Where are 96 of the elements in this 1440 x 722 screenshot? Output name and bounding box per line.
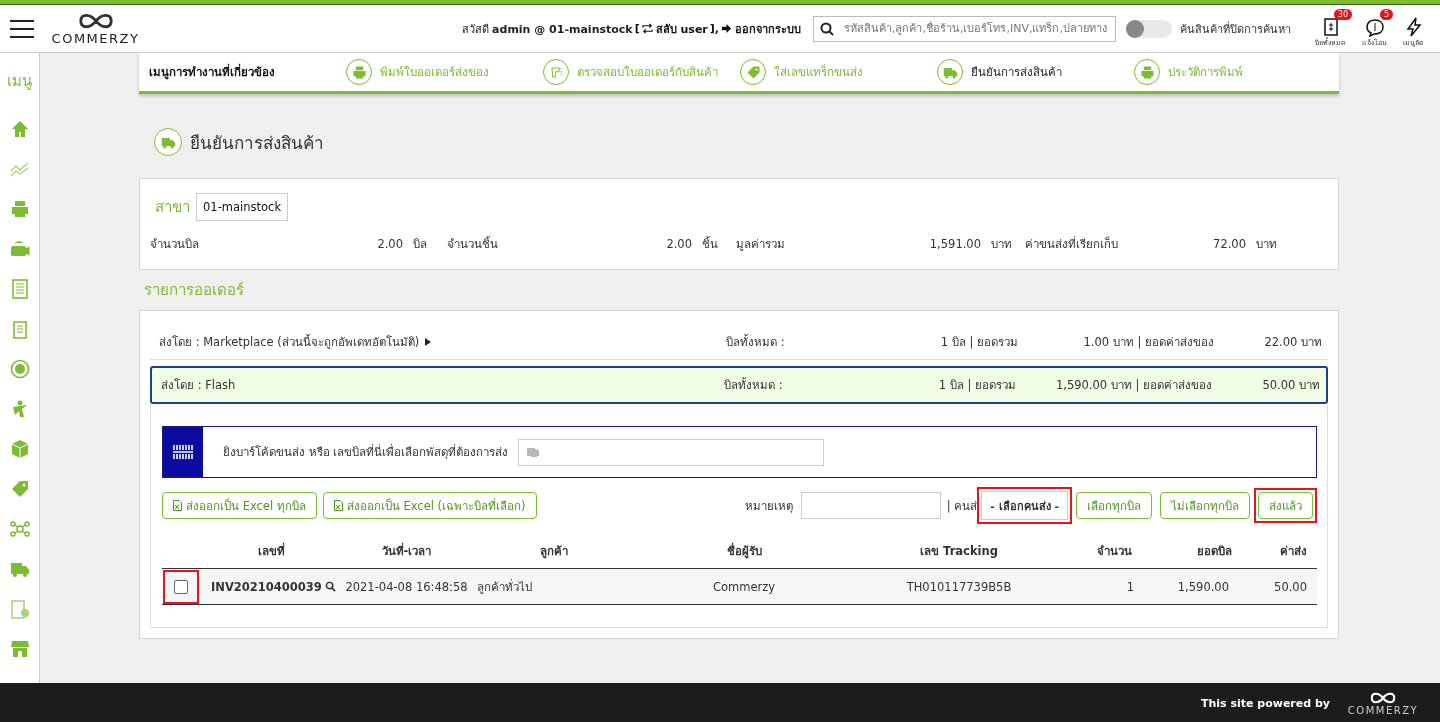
column-header: ลูกค้า xyxy=(539,543,569,561)
stat-label: จำนวนชิ้น xyxy=(447,235,499,253)
infinity-icon xyxy=(76,11,115,31)
table-cell: 2021-04-08 16:48:58 xyxy=(344,579,469,594)
column-header: วันที่-เวลา xyxy=(380,542,433,560)
commerzy-logo[interactable]: COMMERZY xyxy=(1348,690,1418,716)
store-icon[interactable] xyxy=(9,639,30,659)
bills-label: บิลทั้งหมด : xyxy=(726,333,786,351)
related-menu-title: เมนูการทำงานที่เกี่ยวข้อง xyxy=(149,63,276,81)
menu-icon[interactable] xyxy=(10,19,34,38)
scan-input-field[interactable] xyxy=(518,438,825,466)
note-label: หมายเหตุ xyxy=(744,497,793,515)
tag-icon xyxy=(740,59,766,85)
table-cell-text: 50.00 xyxy=(1273,579,1308,594)
greeting-text: สวัสดี admin @ 01-mainstock xyxy=(461,21,633,38)
shipping-group-row[interactable]: ส่งโดย : Marketplace (ส่วนนี้จะถูกอัพเดทอัตโนมัติ) บิลทั้งหมด : 1 บิล | ยอดรวม 1.00 บาท | ยอดค่าส่งของ 22.00 บาท xyxy=(150,325,1328,360)
sender-label: | คนส่ xyxy=(946,497,978,515)
count-badge: 30 xyxy=(1333,9,1352,20)
stat-value: 2.00 xyxy=(377,237,403,251)
logo-text: COMMERZY xyxy=(51,31,140,46)
table-cell-text: Commerzy xyxy=(711,579,777,594)
branch-label: สาขา xyxy=(155,197,190,218)
stat-value: 1,591.00 xyxy=(929,237,981,251)
branch-field[interactable]: 01-mainstock xyxy=(196,193,289,221)
network-icon[interactable] xyxy=(9,519,30,539)
toggle-switch[interactable] xyxy=(1126,19,1172,38)
column-header: เลขที่ xyxy=(257,542,286,560)
table-cell-text: TH010117739B5B xyxy=(905,579,1013,594)
box-icon[interactable] xyxy=(9,439,30,459)
logout-link[interactable]: ออกจากระบบ xyxy=(721,19,801,38)
related-menu-link[interactable]: ยืนยันการส่งสินค้า xyxy=(937,59,1134,85)
group-label: ส่งโดย : Marketplace (ส่วนนี้จะถูกอัพเดทอัตโนมัติ) xyxy=(159,333,420,351)
bill-count: 1 บิล | ยอดรวม xyxy=(937,377,1016,394)
sender-select[interactable]: - เลือกคนส่ง - xyxy=(981,491,1068,520)
page-title: ยืนยันการส่งสินค้า xyxy=(190,131,324,155)
stat-label: จำนวนบิล xyxy=(150,236,200,253)
truck-icon xyxy=(154,128,182,156)
logout-icon xyxy=(721,23,732,34)
camera-icon[interactable] xyxy=(9,239,30,259)
bill-count: 1 บิล | ยอดรวม xyxy=(939,334,1018,351)
logo-text: COMMERZY xyxy=(1347,704,1419,716)
shipping-amount: 22.00 บาท xyxy=(1263,334,1322,351)
search-icon xyxy=(820,21,834,36)
export-button[interactable]: ส่งออกเป็น Excel (เฉพาะบิลที่เลือก) xyxy=(322,492,537,519)
invoice-number[interactable]: INV20210400039 xyxy=(211,579,322,594)
search-field[interactable]: รหัสสินค้า,ลูกค้า,ชื่อร้าน,เบอร์โทร,INV,แทร็ก,ปลายทาง xyxy=(813,15,1116,42)
printer-icon xyxy=(1134,59,1160,85)
bracket-text: ], xyxy=(709,22,719,35)
scanner-icon xyxy=(543,59,569,85)
stat-unit: ชิ้น xyxy=(701,235,719,253)
search-icon[interactable] xyxy=(324,581,336,592)
printer-icon xyxy=(346,59,372,85)
file-icon xyxy=(333,500,343,511)
column-header: จำนวน xyxy=(1095,543,1133,560)
truck-icon xyxy=(937,59,963,85)
shipping-group-row[interactable]: ส่งโดย : Flash บิลทั้งหมด : 1 บิล | ยอดรวม 1,590.00 บาท | ยอดค่าส่งของ 50.00 บาท xyxy=(150,366,1328,404)
scan-label: ยิงบาร์โค้ดขนส่ง หรือ เลขบิลที่นี่เพื่อเลือกพัสดุที่ต้องการส่ง xyxy=(223,443,509,461)
table-cell-text: ลูกค้าทั่วไป xyxy=(476,578,533,596)
section-title: รายการออเดอร์ xyxy=(144,280,245,301)
stat-unit: บาท xyxy=(1255,236,1278,253)
note-field[interactable] xyxy=(800,492,941,519)
infinity-icon xyxy=(1369,690,1397,705)
count-badge: 5 xyxy=(1379,9,1393,20)
row-checkbox[interactable] xyxy=(173,579,188,594)
table-cell-text: 1 xyxy=(1125,579,1135,594)
file-icon xyxy=(173,500,182,511)
bills-label: บิลทั้งหมด : xyxy=(724,376,784,394)
switch-user-link[interactable]: สลับ user xyxy=(641,19,708,38)
column-header: ค่าส่ง xyxy=(1278,543,1308,560)
stat-value: 2.00 xyxy=(666,237,692,251)
action-button[interactable]: ไม่เลือกทุกบิล xyxy=(1160,492,1250,519)
swap-icon xyxy=(641,23,653,34)
total-amount: 1,590.00 บาท | ยอดค่าส่งของ xyxy=(1054,377,1212,394)
column-header: ยอดบิล xyxy=(1195,543,1233,560)
toggle-label: ค้นสินค้าที่ปิดการค้นหา xyxy=(1180,20,1291,38)
footer-text: This site powered by xyxy=(1200,696,1330,710)
total-amount: 1.00 บาท | ยอดค่าส่งของ xyxy=(1082,334,1214,351)
sidebar-title: เมนู xyxy=(7,71,32,92)
stat-label: ค่าขนส่งที่เรียกเก็บ xyxy=(1025,235,1119,253)
commerzy-logo[interactable]: COMMERZY xyxy=(48,11,143,46)
group-label: ส่งโดย : Flash xyxy=(161,377,236,394)
stat-value: 72.00 xyxy=(1213,237,1246,251)
document-icon[interactable] xyxy=(9,279,30,299)
stat-unit: บิล xyxy=(412,236,428,253)
chat-icon xyxy=(1364,17,1385,37)
bracket-text: [ xyxy=(634,22,640,35)
export-button[interactable]: ส่งออกเป็น Excel ทุกบิล xyxy=(162,492,317,519)
action-button[interactable]: ส่งแล้ว xyxy=(1258,492,1313,519)
column-header: เลข Tracking xyxy=(919,543,999,560)
stat-label: มูลค่ารวม xyxy=(736,236,786,253)
column-header: ชื่อผู้รับ xyxy=(725,542,763,561)
stat-unit: บาท xyxy=(990,236,1013,253)
shipping-amount: 50.00 บาท xyxy=(1261,377,1320,394)
printer-icon[interactable] xyxy=(9,199,30,219)
action-button[interactable]: เลือกทุกบิล xyxy=(1076,492,1152,519)
table-cell-text: 1,590.00 xyxy=(1176,579,1230,594)
